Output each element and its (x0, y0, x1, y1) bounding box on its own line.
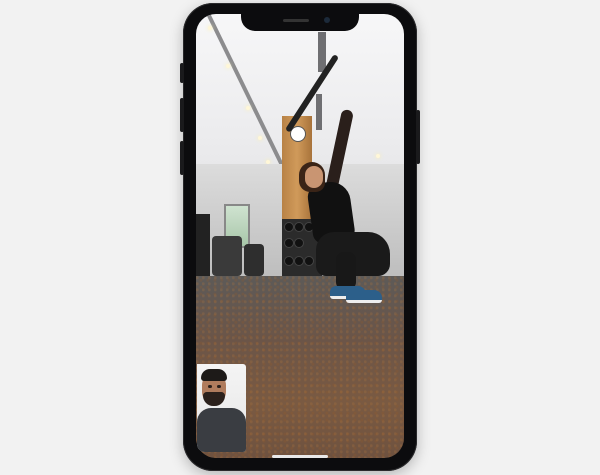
athlete-head (305, 166, 323, 188)
ceiling-light (246, 106, 250, 110)
home-indicator[interactable] (272, 455, 328, 458)
dumbbell (294, 222, 304, 232)
front-camera (324, 17, 330, 23)
athlete-shoe (346, 290, 382, 303)
self-beard (203, 392, 225, 406)
ceiling-light (376, 154, 380, 158)
ceiling-light (226, 64, 230, 68)
dumbbell (284, 256, 294, 266)
self-eye (208, 385, 212, 388)
dumbbell (294, 256, 304, 266)
dumbbell (284, 238, 294, 248)
volume-up-button (180, 98, 184, 132)
ceiling-light (258, 136, 262, 140)
self-shirt (197, 408, 246, 452)
dumbbell (294, 238, 304, 248)
self-hair (201, 369, 227, 381)
earpiece-speaker (283, 19, 309, 22)
exercise-machine (244, 244, 264, 276)
mute-switch (180, 63, 184, 83)
dumbbell (284, 222, 294, 232)
self-eye (217, 385, 221, 388)
exercise-machine (196, 214, 210, 276)
self-view-thumbnail[interactable] (197, 364, 246, 452)
dumbbell (304, 256, 314, 266)
athlete-shin (336, 252, 356, 290)
exercise-machine (212, 236, 242, 276)
ceiling-rail (316, 94, 322, 130)
volume-down-button (180, 141, 184, 175)
power-button (416, 110, 420, 164)
ceiling-light (208, 26, 212, 30)
